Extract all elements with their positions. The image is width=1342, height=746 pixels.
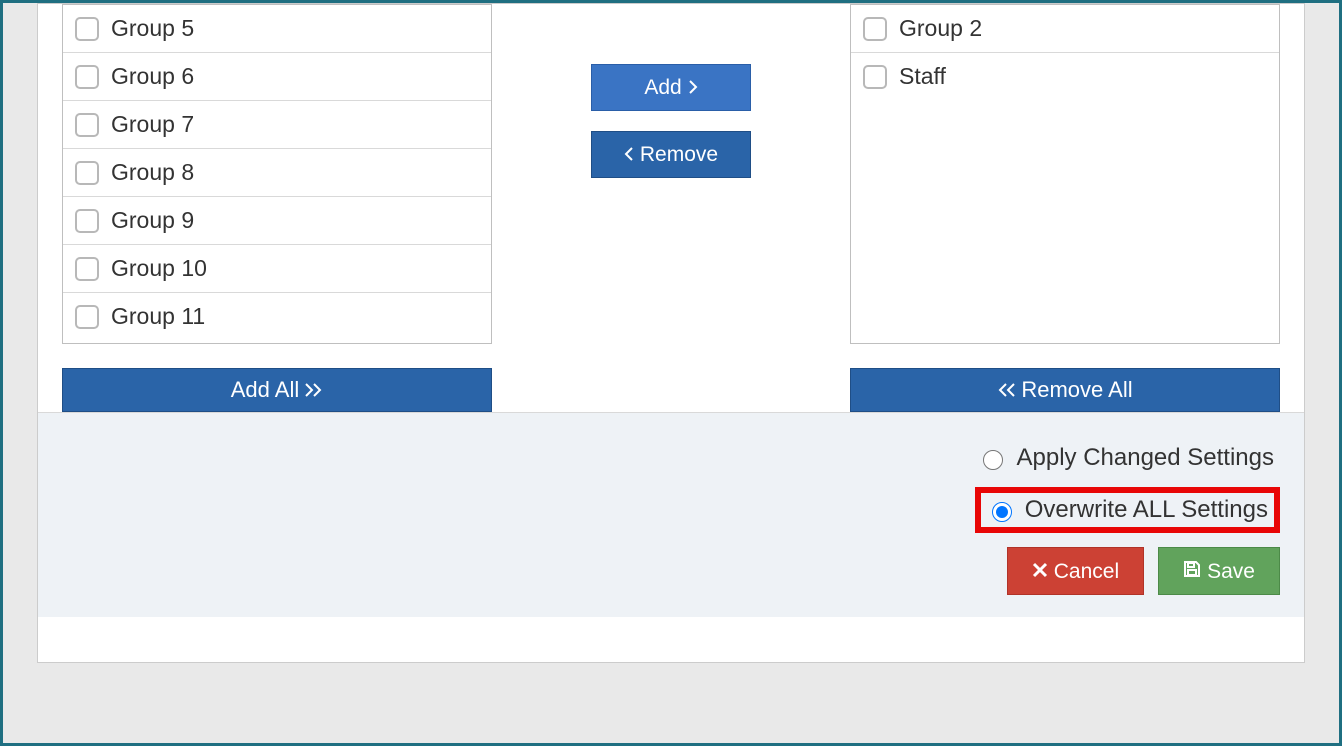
checkbox[interactable] xyxy=(75,113,99,137)
checkbox[interactable] xyxy=(75,65,99,89)
list-item-label: Staff xyxy=(899,63,946,90)
list-item[interactable]: Group 5 xyxy=(63,5,491,53)
chevron-right-icon xyxy=(688,77,698,98)
save-icon xyxy=(1183,560,1201,582)
save-button[interactable]: Save xyxy=(1158,547,1280,595)
list-item-label: Group 8 xyxy=(111,159,194,186)
list-item-label: Group 10 xyxy=(111,255,207,282)
cancel-button[interactable]: Cancel xyxy=(1007,547,1144,595)
add-all-button[interactable]: Add All xyxy=(62,368,492,412)
apply-changed-settings-label: Apply Changed Settings xyxy=(1016,444,1274,472)
chevron-double-left-icon xyxy=(997,379,1015,401)
available-column: Group 5 Group 6 Group 7 Group 8 Group 9 Group… xyxy=(62,4,492,412)
remove-all-label: Remove All xyxy=(1021,379,1132,401)
checkbox[interactable] xyxy=(75,161,99,185)
checkbox[interactable] xyxy=(75,17,99,41)
chevron-left-icon xyxy=(624,144,634,165)
list-item-label: Group 5 xyxy=(111,15,194,42)
list-item[interactable]: Group 2 xyxy=(851,5,1279,53)
selected-groups-list[interactable]: Group 2 Staff xyxy=(850,4,1280,344)
list-item[interactable]: Group 6 xyxy=(63,53,491,101)
cancel-label: Cancel xyxy=(1054,561,1119,582)
remove-button[interactable]: Remove xyxy=(591,131,751,178)
add-all-label: Add All xyxy=(231,379,300,401)
close-icon xyxy=(1032,561,1048,582)
checkbox[interactable] xyxy=(863,65,887,89)
remove-label: Remove xyxy=(640,144,718,165)
settings-panel: Group 5 Group 6 Group 7 Group 8 Group 9 Group… xyxy=(37,3,1305,663)
add-label: Add xyxy=(644,77,681,98)
list-item[interactable]: Staff xyxy=(851,53,1279,100)
list-item-label: Group 2 xyxy=(899,15,982,42)
add-button[interactable]: Add xyxy=(591,64,751,111)
checkbox[interactable] xyxy=(75,257,99,281)
checkbox[interactable] xyxy=(863,17,887,41)
chevron-double-right-icon xyxy=(305,379,323,401)
remove-all-button[interactable]: Remove All xyxy=(850,368,1280,412)
apply-changed-settings-option[interactable]: Apply Changed Settings xyxy=(972,441,1280,475)
available-groups-list[interactable]: Group 5 Group 6 Group 7 Group 8 Group 9 Group… xyxy=(62,4,492,344)
list-item-label: Group 9 xyxy=(111,207,194,234)
checkbox[interactable] xyxy=(75,209,99,233)
footer: Apply Changed Settings Overwrite ALL Set… xyxy=(38,412,1304,617)
apply-changed-settings-radio[interactable] xyxy=(983,450,1003,470)
action-buttons: Cancel Save xyxy=(62,547,1280,595)
group-transfer: Group 5 Group 6 Group 7 Group 8 Group 9 Group… xyxy=(38,4,1304,412)
list-item[interactable]: Group 8 xyxy=(63,149,491,197)
overwrite-all-settings-option[interactable]: Overwrite ALL Settings xyxy=(975,487,1280,533)
list-item[interactable]: Group 10 xyxy=(63,245,491,293)
list-item-label: Group 6 xyxy=(111,63,194,90)
overwrite-all-settings-label: Overwrite ALL Settings xyxy=(1025,496,1268,524)
list-item-label: Group 11 xyxy=(111,303,205,330)
list-item[interactable]: Group 11 xyxy=(63,293,491,340)
save-label: Save xyxy=(1207,561,1255,582)
viewport: Group 5 Group 6 Group 7 Group 8 Group 9 Group… xyxy=(0,0,1342,746)
transfer-controls: Add Remove xyxy=(492,4,850,178)
list-item[interactable]: Group 9 xyxy=(63,197,491,245)
list-item-label: Group 7 xyxy=(111,111,194,138)
overwrite-all-settings-radio[interactable] xyxy=(992,502,1012,522)
selected-column: Group 2 Staff Remove All xyxy=(850,4,1280,412)
checkbox[interactable] xyxy=(75,305,99,329)
list-item[interactable]: Group 7 xyxy=(63,101,491,149)
settings-mode-radios: Apply Changed Settings Overwrite ALL Set… xyxy=(62,441,1280,533)
